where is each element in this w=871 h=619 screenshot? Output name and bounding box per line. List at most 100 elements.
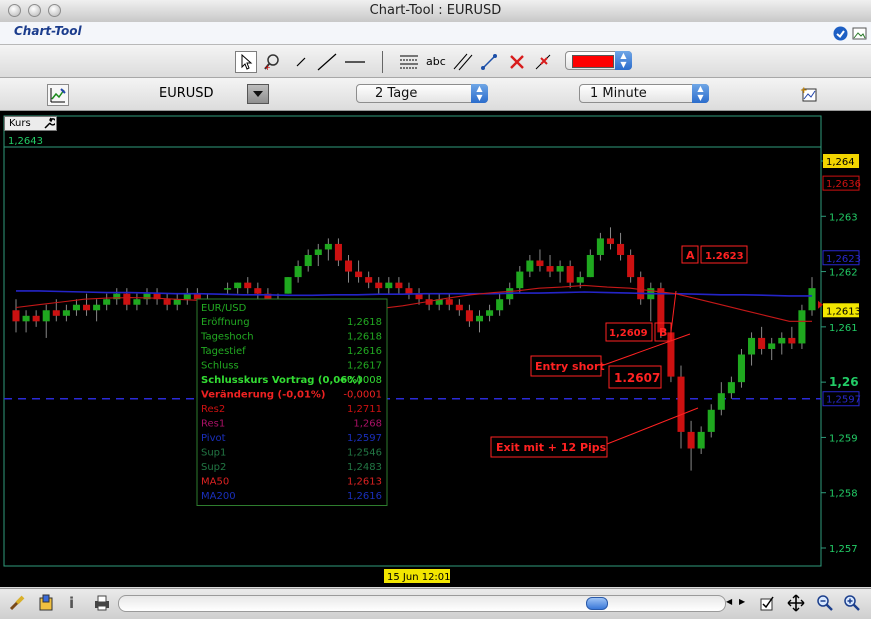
hand-tool-icon[interactable] bbox=[37, 594, 55, 612]
axis-marker-top-text: 1,264 bbox=[826, 157, 855, 168]
candle-body bbox=[475, 315, 484, 322]
plot-frame bbox=[3, 115, 822, 567]
candle-body bbox=[224, 288, 232, 290]
trendline-tool-icon[interactable] bbox=[316, 53, 338, 71]
color-swatch bbox=[572, 55, 614, 68]
entry-value-text: 1.2607 bbox=[614, 371, 660, 385]
info-icon[interactable]: i bbox=[69, 594, 74, 612]
help-icon[interactable] bbox=[831, 24, 849, 42]
scroll-left-icon[interactable]: ◀ bbox=[726, 597, 732, 606]
text-tool-button[interactable]: abc bbox=[426, 55, 446, 68]
info-row-label: Tageshoch bbox=[200, 332, 254, 343]
candle-body bbox=[133, 299, 141, 305]
add-indicator-icon[interactable]: + bbox=[800, 85, 818, 103]
candle-body bbox=[677, 376, 685, 432]
fibonacci-tool-icon[interactable] bbox=[398, 53, 420, 71]
time-scrollbar[interactable] bbox=[118, 595, 726, 612]
app-header: Chart-Tool bbox=[0, 22, 871, 45]
candle-body bbox=[445, 299, 453, 305]
candle-body bbox=[375, 282, 383, 289]
toolbar-divider bbox=[382, 51, 383, 73]
info-row-label: MA50 bbox=[201, 477, 229, 488]
candle-body bbox=[798, 310, 806, 344]
zoom-out-icon[interactable] bbox=[816, 594, 834, 612]
candle-body bbox=[566, 266, 574, 283]
candle-body bbox=[385, 282, 393, 289]
channel-tool-icon[interactable] bbox=[452, 53, 474, 71]
info-row-label: Pivot bbox=[201, 433, 226, 444]
period-select-arrow-icon: ▲ ▼ bbox=[471, 84, 488, 103]
pointer-tool-button[interactable] bbox=[235, 51, 257, 73]
app-name: Chart-Tool bbox=[14, 24, 82, 38]
value-a-text: 1.2623 bbox=[705, 251, 744, 262]
price-tick-label: 1,262 bbox=[829, 268, 858, 279]
symbol-dropdown-button[interactable] bbox=[247, 84, 269, 104]
picture-icon[interactable] bbox=[850, 24, 868, 42]
candle-body bbox=[83, 304, 91, 311]
candle-body bbox=[244, 282, 252, 289]
time-scrollbar-thumb[interactable] bbox=[586, 597, 608, 610]
axis-marker-pivot-text: 1,2597 bbox=[826, 395, 861, 406]
kurs-panel-tab[interactable]: Kurs bbox=[4, 116, 57, 131]
arrow-tool-icon[interactable] bbox=[480, 53, 498, 71]
candle-body bbox=[12, 310, 20, 322]
price-tick-label: 1,258 bbox=[829, 489, 858, 500]
zoom-tool-icon[interactable]: + bbox=[263, 53, 281, 71]
candle-body bbox=[93, 304, 101, 311]
chart-settings-icon[interactable] bbox=[47, 84, 69, 106]
color-picker-arrow-icon: ▲ ▼ bbox=[615, 51, 632, 70]
info-row-label: Sup2 bbox=[201, 462, 226, 473]
candle-body bbox=[405, 288, 413, 294]
price-tick-label: 1,26 bbox=[829, 375, 859, 389]
candle-body bbox=[486, 310, 494, 316]
checklist-icon[interactable] bbox=[758, 594, 776, 612]
info-box-title: EUR/USD bbox=[201, 303, 247, 314]
value-b-text: 1,2609 bbox=[609, 328, 648, 339]
info-row-value: -0,0001 bbox=[343, 390, 382, 401]
candle-body bbox=[183, 293, 191, 300]
label-a-text: A bbox=[686, 249, 695, 262]
candle-body bbox=[32, 315, 40, 322]
candle-body bbox=[284, 277, 292, 294]
delete-all-drawings-icon[interactable] bbox=[534, 53, 552, 71]
print-icon[interactable] bbox=[93, 594, 111, 612]
price-chart[interactable]: 1,2643 EUR/USD Eröffnung 1,2618 Tageshoch 1,2… bbox=[0, 111, 871, 587]
zoom-in-icon[interactable] bbox=[843, 594, 861, 612]
candle-body bbox=[365, 277, 373, 283]
info-row-label: MA200 bbox=[201, 491, 236, 502]
wrench-icon[interactable] bbox=[43, 117, 57, 132]
info-row-value: 1,2618 bbox=[347, 317, 382, 328]
scroll-right-icon[interactable]: ▶ bbox=[739, 597, 745, 606]
move-icon[interactable] bbox=[787, 594, 805, 612]
period-select[interactable]: 2 Tage ▲ ▼ bbox=[356, 84, 488, 103]
chart-area[interactable]: 1,2643 EUR/USD Eröffnung 1,2618 Tageshoch 1,2… bbox=[0, 111, 871, 587]
interval-select-arrow-icon: ▲ ▼ bbox=[692, 84, 709, 103]
status-bar: i ◀ ▶ bbox=[0, 588, 871, 619]
candle-body bbox=[808, 288, 816, 311]
brush-icon[interactable] bbox=[8, 594, 26, 612]
color-picker[interactable]: ▲ ▼ bbox=[565, 51, 632, 70]
candle-body bbox=[556, 266, 564, 272]
candle-body bbox=[334, 243, 342, 261]
candle-body bbox=[455, 304, 463, 311]
horizontal-line-tool-icon[interactable] bbox=[344, 53, 366, 71]
candle-body bbox=[355, 271, 363, 278]
candle-body bbox=[778, 337, 786, 344]
info-box bbox=[196, 298, 388, 506]
interval-select[interactable]: 1 Minute ▲ ▼ bbox=[579, 84, 709, 103]
info-row-value: 1,2597 bbox=[347, 433, 382, 444]
axis-marker-current-text: 1,2613 bbox=[826, 306, 861, 317]
candle-body bbox=[123, 293, 131, 305]
axis-marker-ma200-text: 1,2623 bbox=[826, 254, 861, 265]
candle-body bbox=[465, 310, 473, 322]
candle-body bbox=[697, 431, 705, 449]
candle-body bbox=[62, 310, 70, 316]
exit-label-text: Exit mit + 12 Pips bbox=[496, 441, 607, 454]
delete-drawing-icon[interactable] bbox=[508, 53, 526, 71]
candle-body bbox=[324, 243, 332, 250]
candle-body bbox=[314, 249, 322, 255]
candle-body bbox=[72, 304, 80, 311]
short-line-tool-icon[interactable] bbox=[292, 53, 310, 71]
candle-body bbox=[496, 299, 504, 311]
candle-body bbox=[637, 277, 645, 300]
